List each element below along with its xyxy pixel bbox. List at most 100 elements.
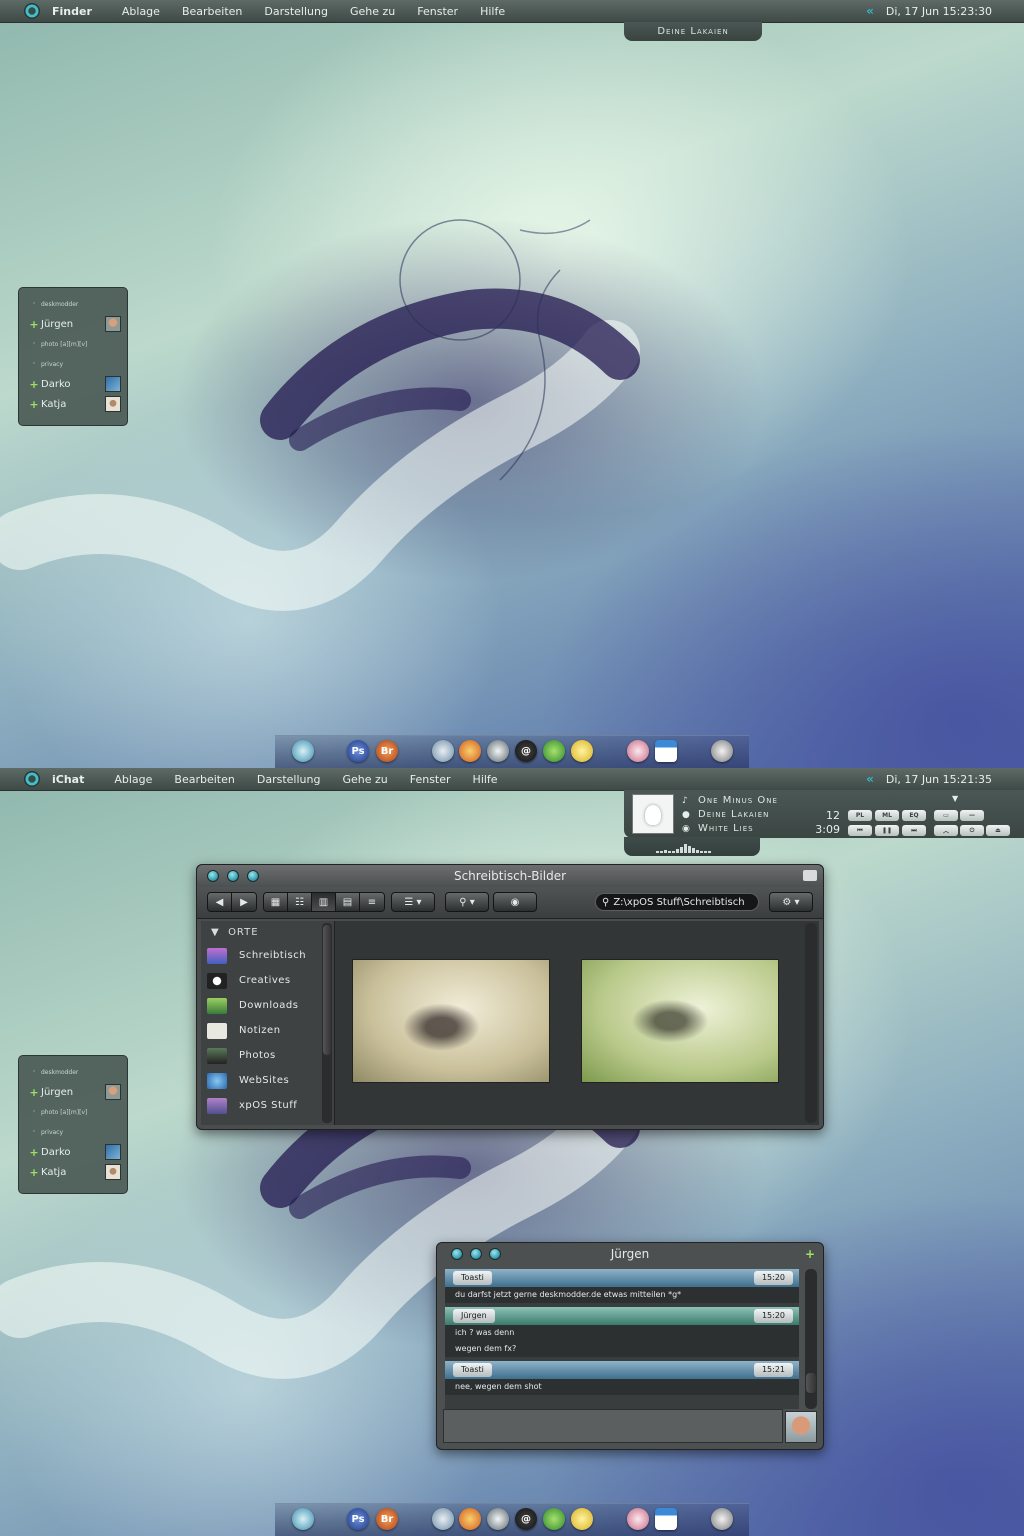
sidebar-item-creatives[interactable]: Creatives [201,968,334,993]
column-view-icon[interactable]: ▤ [336,893,360,911]
photoshop-icon[interactable]: Ps [347,1508,369,1530]
sidebar-item-schreibtisch[interactable]: Schreibtisch [201,943,334,968]
sidebar-item-downloads[interactable]: Downloads [201,993,334,1018]
trash-icon[interactable] [711,1508,733,1530]
content-scrollbar[interactable] [805,923,817,1123]
at-mail-icon[interactable]: @ [515,740,537,762]
menu-fenster[interactable]: Fenster [417,5,458,18]
menu-darstellung[interactable]: Darstellung [264,5,328,18]
pause-button[interactable]: ❚❚ [875,825,899,836]
calendar-icon[interactable] [655,1508,677,1530]
expand-chevron-icon[interactable]: « [866,4,874,18]
itunes-icon[interactable] [627,740,649,762]
bridge-icon[interactable]: Br [376,1508,398,1530]
playlist-button[interactable]: PL [848,810,872,821]
power-button[interactable]: ⏻ [960,825,984,836]
sidebar-item-xpos-stuff[interactable]: xpOS Stuff [201,1093,334,1118]
close-button[interactable] [207,870,219,882]
previous-track-button[interactable]: ⏮ [848,825,872,836]
calendar-icon[interactable] [655,740,677,762]
firefox-icon[interactable] [459,740,481,762]
buddy-jurgen[interactable]: + Jürgen [19,314,127,334]
sidebar-scrollbar[interactable] [322,923,332,1123]
notes-icon[interactable] [571,740,593,762]
buddy-group-deskmodder[interactable]: · deskmodder [19,294,127,314]
buddy-group-privacy[interactable]: · privacy [19,354,127,374]
menu-bearbeiten[interactable]: Bearbeiten [182,5,242,18]
list-view-icon[interactable]: ☷ [288,893,312,911]
zoom-button[interactable] [489,1248,501,1260]
coverflow-view-icon[interactable]: ▥ [312,893,336,911]
buddy-group-photo[interactable]: · photo [a][m][v] [19,1102,127,1122]
buddy-group-privacy[interactable]: · privacy [19,1122,127,1142]
buddy-katja[interactable]: + Katja [19,394,127,414]
menu-bearbeiten[interactable]: Bearbeiten [174,773,234,786]
icon-view-icon[interactable]: ▦ [264,893,288,911]
back-arrow-icon[interactable]: ◀ [208,893,232,911]
add-participant-plus-icon[interactable]: + [805,1243,815,1265]
path-search-field[interactable]: ⚲ Z:\xpOS Stuff\Schreibtisch [595,893,759,911]
gear-action-dropdown[interactable]: ⚙ ▾ [769,892,813,912]
sidebar-item-websites[interactable]: WebSites [201,1068,334,1093]
menu-ablage[interactable]: Ablage [114,773,152,786]
system-logo-icon[interactable] [24,771,40,787]
search-options-dropdown[interactable]: ⚲ ▾ [445,892,489,912]
shade-button[interactable]: ︿ [934,825,958,836]
sidebar-item-photos[interactable]: Photos [201,1043,334,1068]
finder-icon[interactable] [292,740,314,762]
window-mode-button[interactable]: ▭ [934,810,958,821]
detail-view-icon[interactable]: ≡ [360,893,384,911]
forward-arrow-icon[interactable]: ▶ [232,893,256,911]
ichat-icon[interactable] [543,1508,565,1530]
buddy-group-deskmodder[interactable]: · deskmodder [19,1062,127,1082]
adium-icon[interactable] [487,1508,509,1530]
menu-fenster[interactable]: Fenster [410,773,451,786]
mail-icon[interactable] [432,1508,454,1530]
next-track-button[interactable]: ⏭ [902,825,926,836]
ichat-icon[interactable] [543,740,565,762]
buddy-darko[interactable]: + Darko [19,1142,127,1162]
mail-icon[interactable] [432,740,454,762]
wallpaper-thumbnail-1[interactable] [352,959,550,1083]
finder-titlebar[interactable]: Schreibtisch-Bilder [197,865,823,887]
at-mail-icon[interactable]: @ [515,1508,537,1530]
trash-icon[interactable] [711,740,733,762]
close-button[interactable] [451,1248,463,1260]
arrange-dropdown[interactable]: ☰ ▾ [391,892,435,912]
buddy-jurgen[interactable]: + Jürgen [19,1082,127,1102]
minimize-player-button[interactable]: — [960,810,984,821]
zoom-button[interactable] [247,870,259,882]
minimize-button[interactable] [470,1248,482,1260]
photoshop-icon[interactable]: Ps [347,740,369,762]
chat-titlebar[interactable]: Jürgen + [437,1243,823,1265]
quick-look-eye-icon[interactable]: ◉ [493,892,537,912]
menubar-app-name[interactable]: Finder [52,5,92,18]
menu-ablage[interactable]: Ablage [122,5,160,18]
buddy-katja[interactable]: + Katja [19,1162,127,1182]
equalizer-button[interactable]: EQ [902,810,926,821]
adium-icon[interactable] [487,740,509,762]
menu-gehe-zu[interactable]: Gehe zu [350,5,395,18]
eject-button[interactable]: ⏏ [986,825,1010,836]
menubar-app-name[interactable]: iChat [52,773,84,786]
buddy-group-photo[interactable]: · photo [a][m][v] [19,334,127,354]
chat-message-input[interactable] [443,1409,783,1443]
chat-scrollbar[interactable] [805,1269,817,1409]
expand-chevron-icon[interactable]: « [866,772,874,786]
firefox-icon[interactable] [459,1508,481,1530]
dropdown-arrow-icon[interactable]: ▼ [952,794,958,803]
media-library-button[interactable]: ML [875,810,899,821]
now-playing-tab[interactable]: Deine Lakaien [624,22,762,41]
notes-icon[interactable] [571,1508,593,1530]
system-logo-icon[interactable] [24,3,40,19]
menu-hilfe[interactable]: Hilfe [480,5,505,18]
menu-darstellung[interactable]: Darstellung [257,773,321,786]
menu-gehe-zu[interactable]: Gehe zu [342,773,387,786]
itunes-icon[interactable] [627,1508,649,1530]
bridge-icon[interactable]: Br [376,740,398,762]
wallpaper-thumbnail-2[interactable] [581,959,779,1083]
minimize-button[interactable] [227,870,239,882]
buddy-darko[interactable]: + Darko [19,374,127,394]
menu-hilfe[interactable]: Hilfe [473,773,498,786]
sidebar-item-notizen[interactable]: Notizen [201,1018,334,1043]
